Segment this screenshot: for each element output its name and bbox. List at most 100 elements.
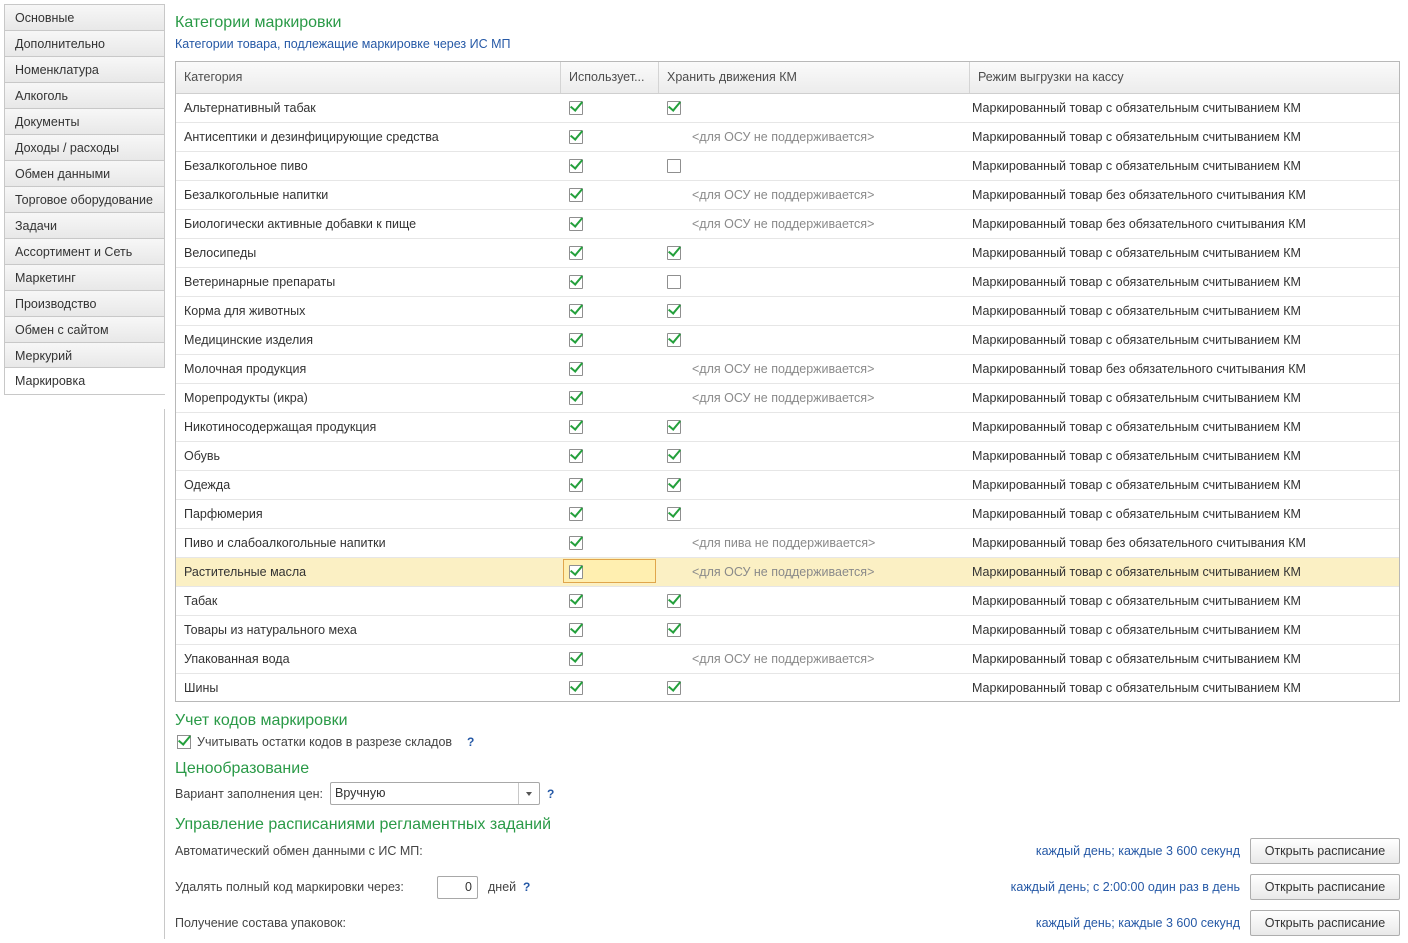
export-mode-cell[interactable]: Маркированный товар с обязательным считы… — [970, 239, 1399, 267]
export-mode-cell[interactable]: Маркированный товар без обязательного сч… — [970, 529, 1399, 557]
used-checkbox[interactable] — [569, 478, 583, 492]
used-checkbox[interactable] — [569, 217, 583, 231]
price-fill-select[interactable]: Вручную — [330, 782, 540, 805]
schedule-link-delete-code[interactable]: каждый день; с 2:00:00 один раз в день — [1011, 880, 1240, 894]
delete-code-help-icon[interactable]: ? — [523, 880, 530, 894]
store-km-checkbox[interactable] — [667, 478, 681, 492]
used-checkbox[interactable] — [569, 652, 583, 666]
store-km-checkbox[interactable] — [667, 333, 681, 347]
used-checkbox[interactable] — [569, 333, 583, 347]
table-row[interactable]: Безалкогольные напитки <для ОСУ не поддер… — [176, 181, 1399, 210]
used-checkbox[interactable] — [569, 188, 583, 202]
sidebar-item[interactable]: Алкоголь — [4, 82, 165, 108]
used-checkbox[interactable] — [569, 565, 583, 579]
export-mode-cell[interactable]: Маркированный товар с обязательным считы… — [970, 123, 1399, 151]
sidebar-item[interactable]: Документы — [4, 108, 165, 134]
table-row[interactable]: Шины Маркированный товар с обязательным с… — [176, 674, 1399, 701]
sidebar-item[interactable]: Меркурий — [4, 342, 165, 368]
table-row[interactable]: Упакованная вода <для ОСУ не поддерживает… — [176, 645, 1399, 674]
table-row[interactable]: Корма для животных Маркированный товар с … — [176, 297, 1399, 326]
export-mode-cell[interactable]: Маркированный товар с обязательным считы… — [970, 616, 1399, 644]
store-km-checkbox[interactable] — [667, 681, 681, 695]
export-mode-cell[interactable]: Маркированный товар без обязательного сч… — [970, 355, 1399, 383]
used-checkbox[interactable] — [569, 159, 583, 173]
export-mode-cell[interactable]: Маркированный товар с обязательным считы… — [970, 94, 1399, 122]
export-mode-cell[interactable]: Маркированный товар с обязательным считы… — [970, 268, 1399, 296]
table-row[interactable]: Велосипеды Маркированный товар с обязател… — [176, 239, 1399, 268]
used-checkbox[interactable] — [569, 449, 583, 463]
table-row[interactable]: Товары из натурального меха Маркированный… — [176, 616, 1399, 645]
table-row[interactable]: Пиво и слабоалкогольные напитки <для пива… — [176, 529, 1399, 558]
used-checkbox[interactable] — [569, 623, 583, 637]
open-schedule-button-delete-code[interactable]: Открыть расписание — [1250, 874, 1400, 900]
sidebar-item[interactable]: Дополнительно — [4, 30, 165, 56]
export-mode-cell[interactable]: Маркированный товар с обязательным считы… — [970, 413, 1399, 441]
sidebar-item[interactable]: Маркировка — [4, 368, 165, 395]
table-row[interactable]: Парфюмерия Маркированный товар с обязател… — [176, 500, 1399, 529]
table-row[interactable]: Антисептики и дезинфицирующие средства <д… — [176, 123, 1399, 152]
sidebar-item[interactable]: Задачи — [4, 212, 165, 238]
used-checkbox[interactable] — [569, 391, 583, 405]
store-km-checkbox[interactable] — [667, 594, 681, 608]
table-row[interactable]: Растительные масла <для ОСУ не поддержива… — [176, 558, 1399, 587]
store-km-checkbox[interactable] — [667, 623, 681, 637]
chevron-down-icon[interactable] — [518, 783, 539, 804]
delete-code-days-input[interactable]: 0 — [437, 876, 478, 899]
export-mode-cell[interactable]: Маркированный товар с обязательным считы… — [970, 645, 1399, 673]
store-km-checkbox[interactable] — [667, 246, 681, 260]
used-checkbox[interactable] — [569, 594, 583, 608]
used-checkbox[interactable] — [569, 507, 583, 521]
export-mode-cell[interactable]: Маркированный товар с обязательным считы… — [970, 674, 1399, 701]
table-row[interactable]: Морепродукты (икра) <для ОСУ не поддержив… — [176, 384, 1399, 413]
export-mode-cell[interactable]: Маркированный товар с обязательным считы… — [970, 152, 1399, 180]
used-checkbox[interactable] — [569, 536, 583, 550]
sidebar-item[interactable]: Обмен с сайтом — [4, 316, 165, 342]
table-row[interactable]: Молочная продукция <для ОСУ не поддержива… — [176, 355, 1399, 384]
sidebar-item[interactable]: Ассортимент и Сеть — [4, 238, 165, 264]
column-header-export-mode[interactable]: Режим выгрузки на кассу — [970, 62, 1399, 93]
export-mode-cell[interactable]: Маркированный товар с обязательным считы… — [970, 587, 1399, 615]
column-header-category[interactable]: Категория — [176, 62, 561, 93]
export-mode-cell[interactable]: Маркированный товар с обязательным считы… — [970, 384, 1399, 412]
used-checkbox[interactable] — [569, 362, 583, 376]
column-header-used[interactable]: Использует... — [561, 62, 659, 93]
table-row[interactable]: Табак Маркированный товар с обязательным … — [176, 587, 1399, 616]
used-checkbox[interactable] — [569, 304, 583, 318]
table-row[interactable]: Ветеринарные препараты Маркированный това… — [176, 268, 1399, 297]
export-mode-cell[interactable]: Маркированный товар без обязательного сч… — [970, 181, 1399, 209]
export-mode-cell[interactable]: Маркированный товар с обязательным считы… — [970, 471, 1399, 499]
export-mode-cell[interactable]: Маркированный товар с обязательным считы… — [970, 326, 1399, 354]
sidebar-item[interactable]: Маркетинг — [4, 264, 165, 290]
export-mode-cell[interactable]: Маркированный товар с обязательным считы… — [970, 500, 1399, 528]
store-km-checkbox[interactable] — [667, 507, 681, 521]
store-km-checkbox[interactable] — [667, 449, 681, 463]
table-row[interactable]: Безалкогольное пиво Маркированный товар с… — [176, 152, 1399, 181]
used-checkbox[interactable] — [569, 101, 583, 115]
column-header-store-km[interactable]: Хранить движения КМ — [659, 62, 970, 93]
sidebar-item[interactable]: Производство — [4, 290, 165, 316]
export-mode-cell[interactable]: Маркированный товар с обязательным считы… — [970, 442, 1399, 470]
used-checkbox[interactable] — [569, 681, 583, 695]
table-row[interactable]: Одежда Маркированный товар с обязательным… — [176, 471, 1399, 500]
table-row[interactable]: Обувь Маркированный товар с обязательным … — [176, 442, 1399, 471]
table-row[interactable]: Биологически активные добавки к пище <для… — [176, 210, 1399, 239]
table-row[interactable]: Никотиносодержащая продукция Маркированны… — [176, 413, 1399, 442]
codes-help-icon[interactable]: ? — [467, 735, 474, 749]
open-schedule-button-exchange[interactable]: Открыть расписание — [1250, 838, 1400, 864]
used-checkbox[interactable] — [569, 246, 583, 260]
sidebar-item[interactable]: Обмен данными — [4, 160, 165, 186]
export-mode-cell[interactable]: Маркированный товар без обязательного сч… — [970, 210, 1399, 238]
sidebar-item[interactable]: Номенклатура — [4, 56, 165, 82]
sidebar-item[interactable]: Доходы / расходы — [4, 134, 165, 160]
used-checkbox[interactable] — [569, 420, 583, 434]
schedule-link-exchange[interactable]: каждый день; каждые 3 600 секунд — [1036, 844, 1240, 858]
store-km-checkbox[interactable] — [667, 304, 681, 318]
pricing-help-icon[interactable]: ? — [547, 787, 554, 801]
store-km-checkbox[interactable] — [667, 101, 681, 115]
schedule-link-packages[interactable]: каждый день; каждые 3 600 секунд — [1036, 916, 1240, 930]
sidebar-item[interactable]: Торговое оборудование — [4, 186, 165, 212]
sidebar-item[interactable]: Основные — [4, 4, 165, 30]
export-mode-cell[interactable]: Маркированный товар с обязательным считы… — [970, 297, 1399, 325]
store-km-checkbox[interactable] — [667, 275, 681, 289]
used-checkbox[interactable] — [569, 130, 583, 144]
